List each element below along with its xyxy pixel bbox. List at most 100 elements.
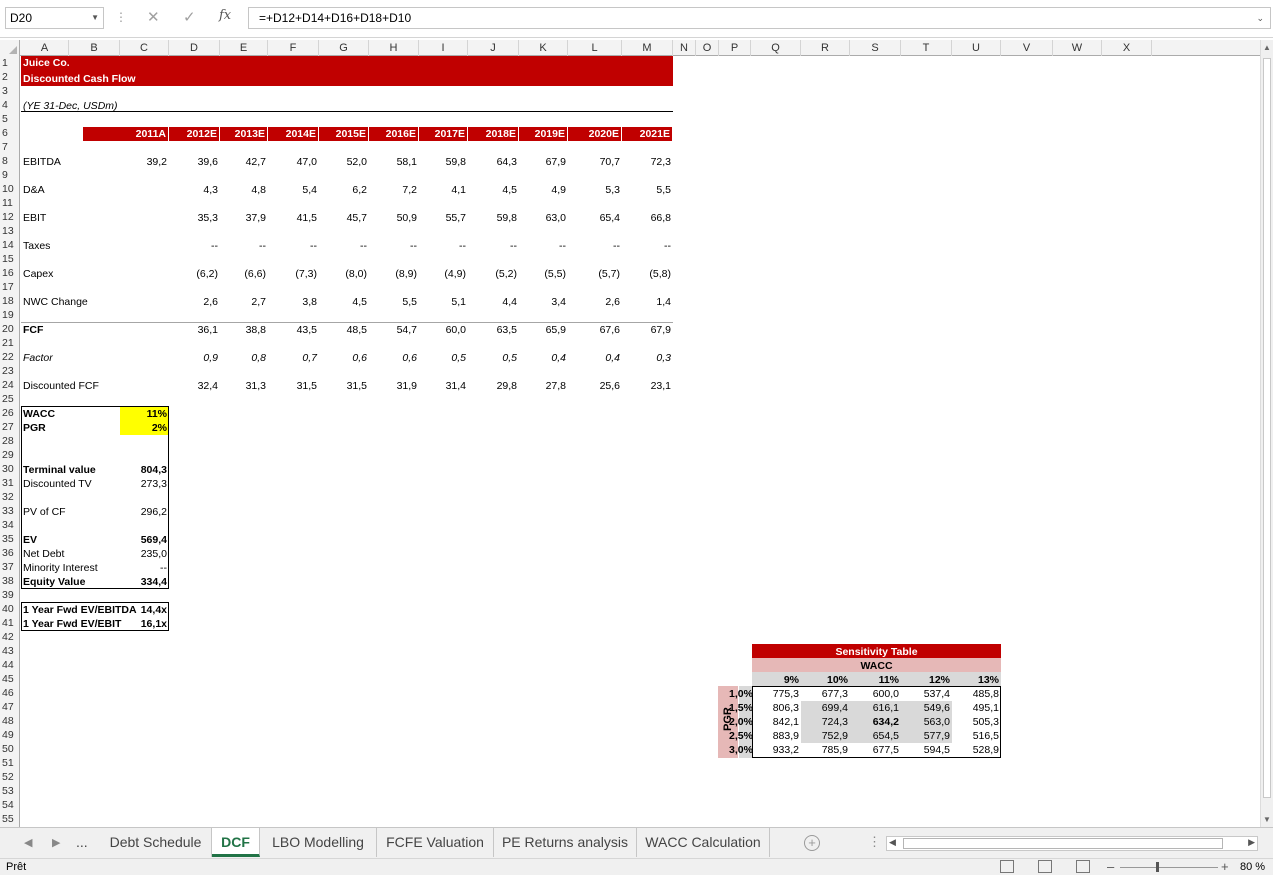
more-options-icon[interactable]: ⋮ <box>115 10 127 24</box>
data-cell[interactable]: 48,5 <box>319 323 369 337</box>
summary-value[interactable]: 296,2 <box>120 505 169 519</box>
row-header[interactable]: 36 <box>0 546 19 560</box>
row-header[interactable]: 4 <box>0 98 19 112</box>
vertical-scrollbar[interactable]: ▲ ▼ <box>1260 40 1273 827</box>
chevron-down-icon[interactable]: ▼ <box>91 8 99 28</box>
row-header[interactable]: 8 <box>0 154 19 168</box>
data-cell[interactable]: 60,0 <box>419 323 468 337</box>
data-cell[interactable]: 0,3 <box>622 351 673 365</box>
data-cell[interactable]: 54,7 <box>369 323 419 337</box>
row-header[interactable]: 47 <box>0 700 19 714</box>
column-header[interactable]: I <box>419 40 468 56</box>
data-cell[interactable]: 31,3 <box>220 379 268 393</box>
row-header[interactable]: 17 <box>0 280 19 294</box>
data-cell[interactable]: -- <box>519 239 568 253</box>
row-header[interactable]: 25 <box>0 392 19 406</box>
row-header[interactable]: 21 <box>0 336 19 350</box>
data-cell[interactable]: 66,8 <box>622 211 673 225</box>
row-header[interactable]: 51 <box>0 756 19 770</box>
data-cell[interactable]: 4,5 <box>319 295 369 309</box>
row-header[interactable]: 13 <box>0 224 19 238</box>
row-header[interactable]: 5 <box>0 112 19 126</box>
data-cell[interactable]: 32,4 <box>169 379 220 393</box>
row-header[interactable]: 1 <box>0 56 19 70</box>
row-header[interactable]: 42 <box>0 630 19 644</box>
zoom-slider[interactable] <box>1120 867 1218 868</box>
column-header[interactable]: J <box>468 40 519 56</box>
column-header[interactable]: P <box>719 40 751 56</box>
cell-area[interactable]: Juice Co. Discounted Cash Flow (YE 31-Dec,… <box>21 56 1260 827</box>
data-cell[interactable]: 31,4 <box>419 379 468 393</box>
data-cell[interactable]: 4,8 <box>220 183 268 197</box>
data-cell[interactable]: 58,1 <box>369 155 419 169</box>
data-cell[interactable]: 23,1 <box>622 379 673 393</box>
row-header[interactable]: 20 <box>0 322 19 336</box>
data-cell[interactable]: 0,6 <box>319 351 369 365</box>
row-header[interactable]: 18 <box>0 294 19 308</box>
column-header[interactable]: A <box>21 40 69 56</box>
data-cell[interactable]: -- <box>419 239 468 253</box>
column-header[interactable]: B <box>69 40 120 56</box>
sheet-tab[interactable]: Debt Schedule <box>100 828 212 857</box>
data-cell[interactable]: 0,4 <box>519 351 568 365</box>
data-cell[interactable]: 67,9 <box>519 155 568 169</box>
data-cell[interactable]: -- <box>220 239 268 253</box>
scroll-thumb[interactable] <box>1263 58 1271 798</box>
data-cell[interactable]: 0,4 <box>568 351 622 365</box>
close-icon[interactable]: ✕ <box>147 8 160 26</box>
column-header[interactable]: Q <box>751 40 801 56</box>
worksheet-grid[interactable]: ABCDEFGHIJKLMNOPQRSTUVWX 1 2 3 4 5 6 7 8 9 10 11 12… <box>0 40 1260 827</box>
column-header[interactable]: W <box>1053 40 1102 56</box>
data-cell[interactable]: 67,6 <box>568 323 622 337</box>
data-cell[interactable]: (5,5) <box>519 267 568 281</box>
tab-more[interactable]: ... <box>76 834 88 850</box>
row-header[interactable]: 43 <box>0 644 19 658</box>
column-header[interactable]: C <box>120 40 169 56</box>
row-header[interactable]: 12 <box>0 210 19 224</box>
column-header[interactable]: U <box>952 40 1001 56</box>
page-break-view-icon[interactable] <box>1076 860 1090 873</box>
data-cell[interactable]: (7,3) <box>268 267 319 281</box>
row-header[interactable]: 37 <box>0 560 19 574</box>
data-cell[interactable]: 3,4 <box>519 295 568 309</box>
zoom-level[interactable]: 80 % <box>1240 861 1265 873</box>
column-header[interactable]: O <box>696 40 719 56</box>
column-header[interactable]: E <box>220 40 268 56</box>
data-cell[interactable]: 7,2 <box>369 183 419 197</box>
data-cell[interactable]: 47,0 <box>268 155 319 169</box>
summary-value[interactable]: -- <box>120 561 169 575</box>
summary-value[interactable]: 14,4x <box>120 603 169 617</box>
summary-value[interactable]: 569,4 <box>120 533 169 547</box>
tab-prev-icon[interactable]: ◀ <box>24 836 32 849</box>
data-cell[interactable]: 63,0 <box>519 211 568 225</box>
data-cell[interactable]: -- <box>568 239 622 253</box>
column-header[interactable]: N <box>673 40 696 56</box>
data-cell[interactable]: (5,2) <box>468 267 519 281</box>
row-header[interactable]: 30 <box>0 462 19 476</box>
data-cell[interactable]: 1,4 <box>622 295 673 309</box>
row-header[interactable]: 26 <box>0 406 19 420</box>
data-cell[interactable]: -- <box>468 239 519 253</box>
sheet-tab[interactable]: PE Returns analysis <box>494 828 637 857</box>
row-header[interactable]: 46 <box>0 686 19 700</box>
data-cell[interactable]: (8,0) <box>319 267 369 281</box>
row-header[interactable]: 55 <box>0 812 19 826</box>
summary-value[interactable]: 16,1x <box>120 617 169 631</box>
column-header[interactable]: R <box>801 40 850 56</box>
data-cell[interactable]: 67,9 <box>622 323 673 337</box>
row-header[interactable]: 6 <box>0 126 19 140</box>
summary-value[interactable]: 804,3 <box>120 463 169 477</box>
data-cell[interactable]: 63,5 <box>468 323 519 337</box>
data-cell[interactable]: 35,3 <box>169 211 220 225</box>
data-cell[interactable]: 0,9 <box>169 351 220 365</box>
data-cell[interactable]: 0,6 <box>369 351 419 365</box>
data-cell[interactable]: 29,8 <box>468 379 519 393</box>
data-cell[interactable]: 64,3 <box>468 155 519 169</box>
data-cell[interactable]: 31,5 <box>319 379 369 393</box>
row-header[interactable]: 27 <box>0 420 19 434</box>
column-header[interactable]: H <box>369 40 419 56</box>
data-cell[interactable]: 52,0 <box>319 155 369 169</box>
row-header[interactable]: 24 <box>0 378 19 392</box>
summary-value[interactable]: 334,4 <box>120 575 169 589</box>
row-header[interactable]: 40 <box>0 602 19 616</box>
